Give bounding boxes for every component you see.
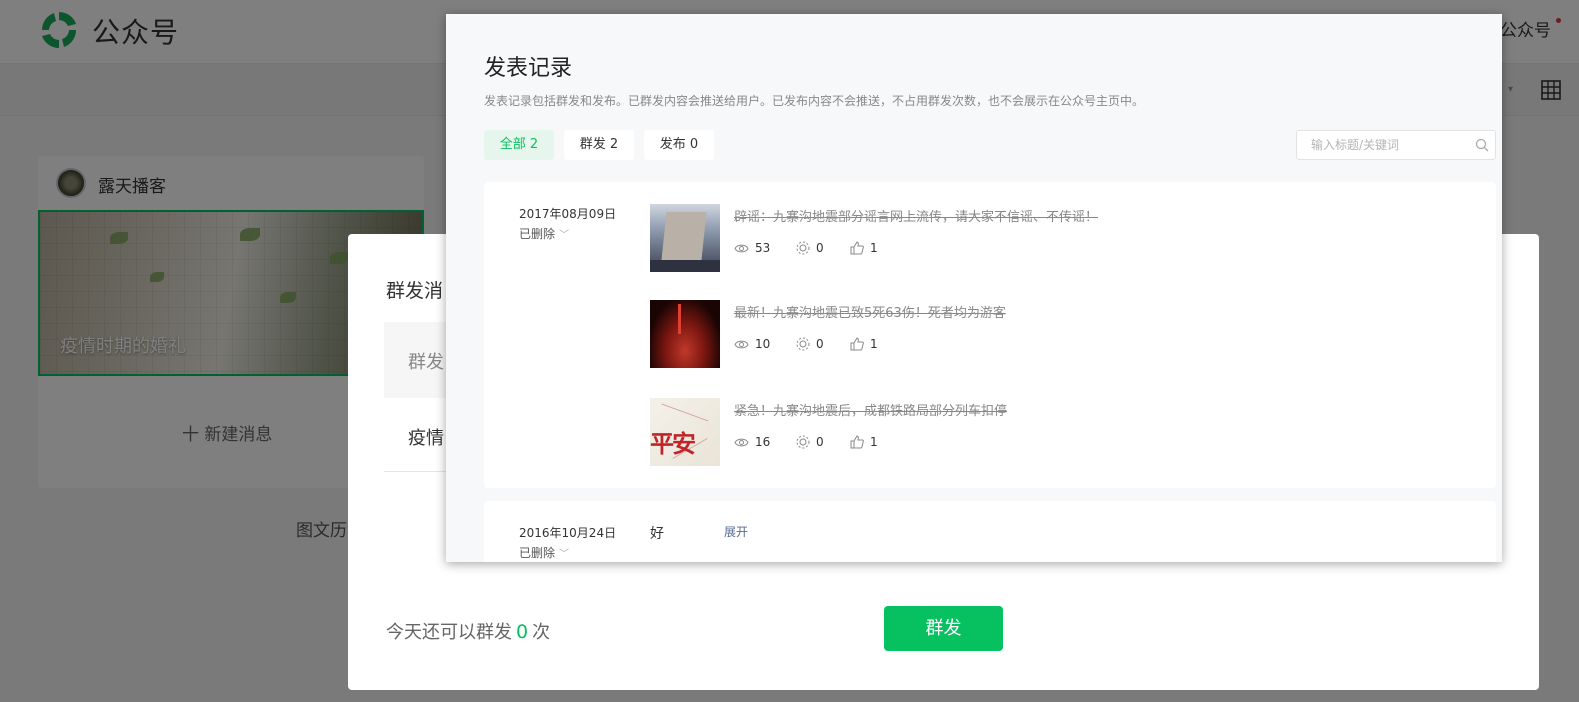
mass-option-label: 群发 [408, 352, 444, 373]
like-count-value: 1 [870, 435, 878, 449]
thumbs-up-icon [850, 435, 864, 449]
quota-suffix: 次 [532, 622, 551, 643]
article-thumbnail [650, 204, 720, 272]
share-count: 0 [796, 336, 824, 352]
mass-send-button[interactable]: 群发 [884, 606, 1003, 651]
record-status[interactable]: 已删除 ﹀ [519, 225, 569, 242]
text-message-content: 好 [650, 526, 664, 542]
search-input[interactable] [1297, 131, 1467, 159]
chevron-down-icon: ﹀ [559, 230, 570, 241]
like-count-value: 1 [870, 241, 878, 255]
search-box [1296, 130, 1496, 160]
send-quota-text: 今天还可以群发 0 次 [386, 618, 550, 644]
share-count-value: 0 [816, 241, 824, 255]
like-count: 1 [850, 336, 878, 352]
mass-dialog-title: 群发消 [386, 280, 444, 302]
record-group: 2017年08月09日 已删除 ﹀ 辟谣：九寨沟地震部分谣言网上流传，请大家不信谣… [484, 182, 1496, 488]
share-icon [796, 241, 810, 255]
share-count-value: 0 [816, 435, 824, 449]
view-count-value: 53 [755, 241, 771, 255]
eye-icon [734, 244, 749, 252]
like-count-value: 1 [870, 337, 878, 351]
article-title[interactable]: 最新！九寨沟地震已致5死63伤！死者均为游客 [734, 302, 1006, 321]
search-icon[interactable] [1475, 138, 1489, 152]
record-date: 2016年10月24日 [519, 526, 617, 540]
thumbnail-caption: 平安 [650, 429, 696, 458]
tab-all[interactable]: 全部 2 [484, 130, 554, 160]
view-count: 53 [734, 240, 770, 256]
share-icon [796, 337, 810, 351]
article-thumbnail [650, 300, 720, 368]
thumbs-up-icon [850, 241, 864, 255]
eye-icon [734, 438, 749, 446]
publish-records-dialog: 发表记录 发表记录包括群发和发布。已群发内容会推送给用户。已发布内容不会推送，不… [446, 14, 1502, 562]
record-date: 2017年08月09日 [519, 207, 617, 221]
quota-count: 0 [516, 621, 529, 643]
article-title[interactable]: 辟谣：九寨沟地震部分谣言网上流传，请大家不信谣、不传谣！ [734, 206, 1098, 225]
article-item[interactable]: 平安 紧急！九寨沟地震后，成都铁路局部分列车扣停 16 0 1 [650, 398, 1470, 470]
like-count: 1 [850, 434, 878, 450]
article-title[interactable]: 紧急！九寨沟地震后，成都铁路局部分列车扣停 [734, 400, 1007, 419]
article-item[interactable]: 辟谣：九寨沟地震部分谣言网上流传，请大家不信谣、不传谣！ 53 0 1 [650, 204, 1470, 276]
mass-content-label: 疫情 [408, 428, 444, 449]
share-count: 0 [796, 434, 824, 450]
record-status-label: 已删除 [519, 227, 556, 241]
thumbs-up-icon [850, 337, 864, 351]
quota-prefix: 今天还可以群发 [386, 622, 512, 643]
record-status[interactable]: 已删除 ﹀ [519, 544, 569, 561]
tab-publish[interactable]: 发布 0 [644, 130, 714, 160]
article-item[interactable]: 最新！九寨沟地震已致5死63伤！死者均为游客 10 0 1 [650, 300, 1470, 372]
share-count: 0 [796, 240, 824, 256]
tab-mass-send[interactable]: 群发 2 [564, 130, 634, 160]
view-count: 16 [734, 434, 770, 450]
share-icon [796, 435, 810, 449]
like-count: 1 [850, 240, 878, 256]
expand-link[interactable]: 展开 [724, 523, 748, 540]
share-count-value: 0 [816, 337, 824, 351]
record-group: 2016年10月24日 已删除 ﹀ 好 展开 [484, 501, 1496, 562]
map-road-line [661, 403, 709, 422]
view-count: 10 [734, 336, 770, 352]
eye-icon [734, 340, 749, 348]
article-thumbnail: 平安 [650, 398, 720, 466]
dialog-title: 发表记录 [484, 56, 573, 81]
record-status-label: 已删除 [519, 546, 556, 560]
view-count-value: 10 [755, 337, 771, 351]
chevron-down-icon: ﹀ [559, 549, 570, 560]
view-count-value: 16 [755, 435, 771, 449]
dialog-description: 发表记录包括群发和发布。已群发内容会推送给用户。已发布内容不会推送，不占用群发次… [484, 94, 1145, 108]
